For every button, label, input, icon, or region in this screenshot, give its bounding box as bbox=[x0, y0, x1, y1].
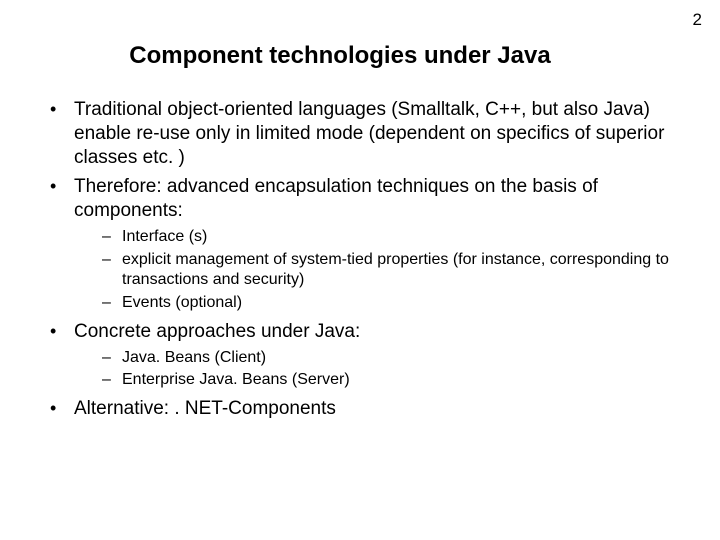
list-item: explicit management of system-tied prope… bbox=[74, 250, 680, 292]
list-item: Therefore: advanced encapsulation techni… bbox=[40, 175, 680, 314]
sub-bullet-text: explicit management of system-tied prope… bbox=[122, 251, 669, 289]
bullet-text: Traditional object-oriented languages (S… bbox=[74, 99, 664, 168]
list-item: Traditional object-oriented languages (S… bbox=[40, 98, 680, 169]
bullet-text: Therefore: advanced encapsulation techni… bbox=[74, 176, 598, 221]
page-number: 2 bbox=[693, 10, 702, 30]
sub-bullet-text: Java. Beans (Client) bbox=[122, 349, 266, 366]
list-item: Events (optional) bbox=[74, 293, 680, 314]
list-item: Alternative: . NET-Components bbox=[40, 397, 680, 421]
bullet-text: Alternative: . NET-Components bbox=[74, 398, 336, 419]
list-item: Enterprise Java. Beans (Server) bbox=[74, 370, 680, 391]
sub-bullet-text: Interface (s) bbox=[122, 228, 207, 245]
list-item: Concrete approaches under Java: Java. Be… bbox=[40, 320, 680, 391]
sub-bullet-text: Enterprise Java. Beans (Server) bbox=[122, 371, 350, 388]
bullet-list: Traditional object-oriented languages (S… bbox=[40, 98, 680, 421]
bullet-text: Concrete approaches under Java: bbox=[74, 321, 360, 342]
sub-list: Interface (s) explicit management of sys… bbox=[74, 227, 680, 314]
sub-list: Java. Beans (Client) Enterprise Java. Be… bbox=[74, 348, 680, 392]
list-item: Interface (s) bbox=[74, 227, 680, 248]
list-item: Java. Beans (Client) bbox=[74, 348, 680, 369]
slide-title: Component technologies under Java bbox=[80, 42, 600, 70]
sub-bullet-text: Events (optional) bbox=[122, 294, 242, 311]
